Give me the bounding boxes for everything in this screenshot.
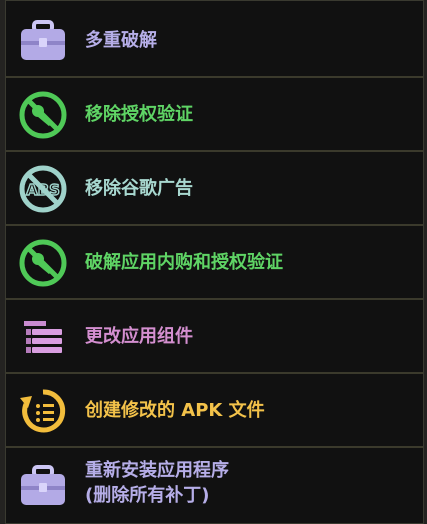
menu-divider	[6, 372, 423, 374]
menu-item-label-line1: 重新安装应用程序	[85, 460, 229, 481]
menu-item-label: 创建修改的 APK 文件	[85, 399, 265, 421]
no-ads-icon: ABS	[18, 164, 68, 214]
component-list-icon	[18, 312, 68, 362]
menu-item-reinstall[interactable]: 重新安装应用程序 (删除所有补丁)	[6, 449, 423, 523]
menu-divider	[6, 150, 423, 152]
menu-item-remove-ads[interactable]: ABS 移除谷歌广告	[6, 153, 423, 224]
menu-item-label: 移除谷歌广告	[85, 177, 193, 199]
menu-item-multi-crack[interactable]: 多重破解	[6, 5, 423, 76]
briefcase-icon	[18, 16, 68, 66]
menu-item-crack-iap[interactable]: 破解应用内购和授权验证	[6, 227, 423, 298]
menu-item-label: 更改应用组件	[85, 325, 193, 347]
rebuild-apk-icon	[18, 386, 68, 436]
menu-divider	[6, 224, 423, 226]
no-key-icon	[18, 90, 68, 140]
menu-item-label-line2: (删除所有补丁)	[85, 485, 210, 506]
menu-divider	[6, 298, 423, 300]
menu-divider	[6, 76, 423, 78]
menu-divider	[6, 446, 423, 448]
briefcase-icon	[18, 461, 68, 511]
menu-item-label: 移除授权验证	[85, 103, 193, 125]
menu-item-remove-license[interactable]: 移除授权验证	[6, 79, 423, 150]
menu-item-label: 多重破解	[85, 29, 157, 51]
menu-item-create-apk[interactable]: 创建修改的 APK 文件	[6, 375, 423, 446]
patch-options-menu: 多重破解 移除授权验证 ABS 移除谷歌广告	[5, 0, 424, 524]
menu-item-change-components[interactable]: 更改应用组件	[6, 301, 423, 372]
menu-item-label: 破解应用内购和授权验证	[85, 251, 283, 273]
no-key-icon	[18, 238, 68, 288]
